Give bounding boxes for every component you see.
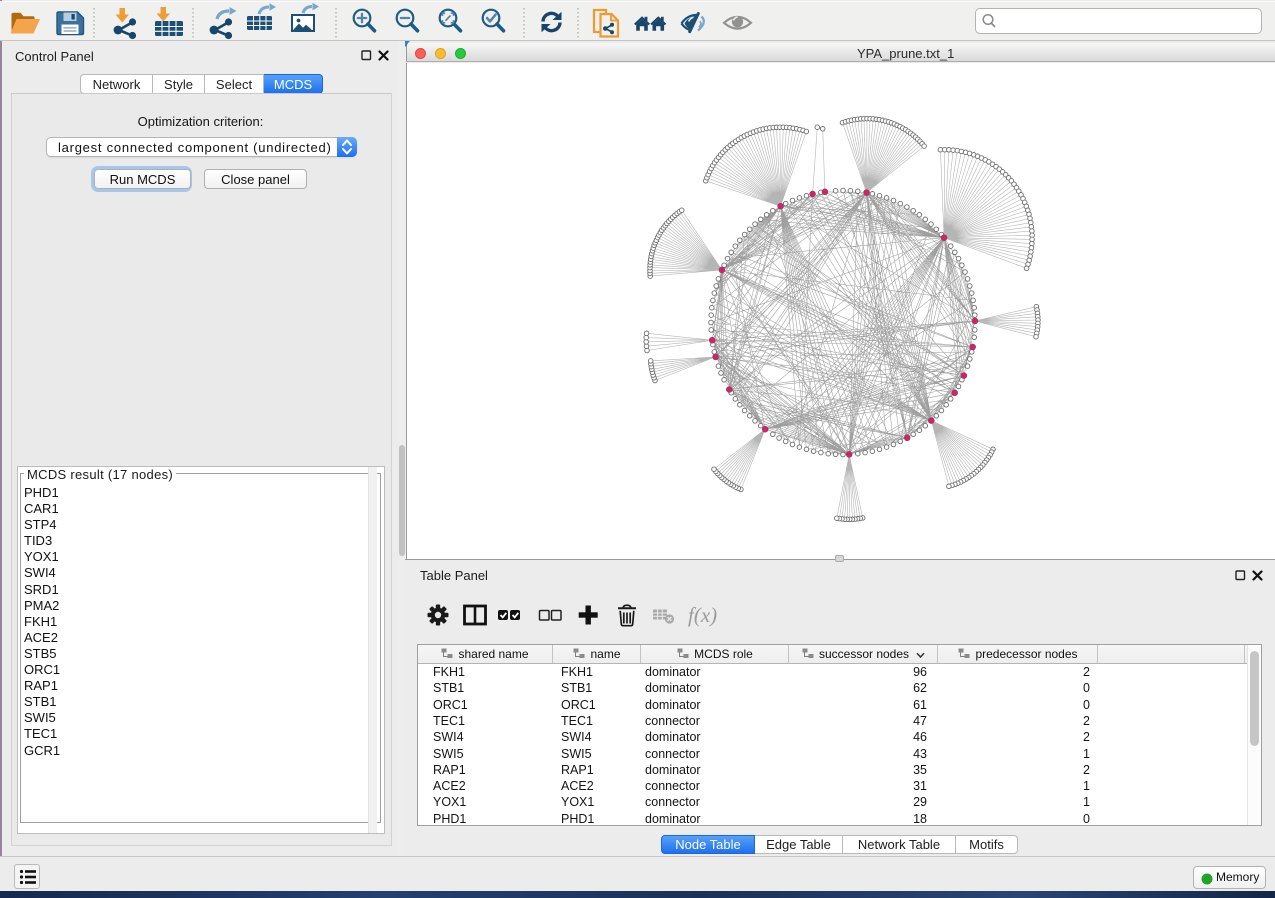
svg-text:f(x): f(x)	[688, 603, 717, 627]
